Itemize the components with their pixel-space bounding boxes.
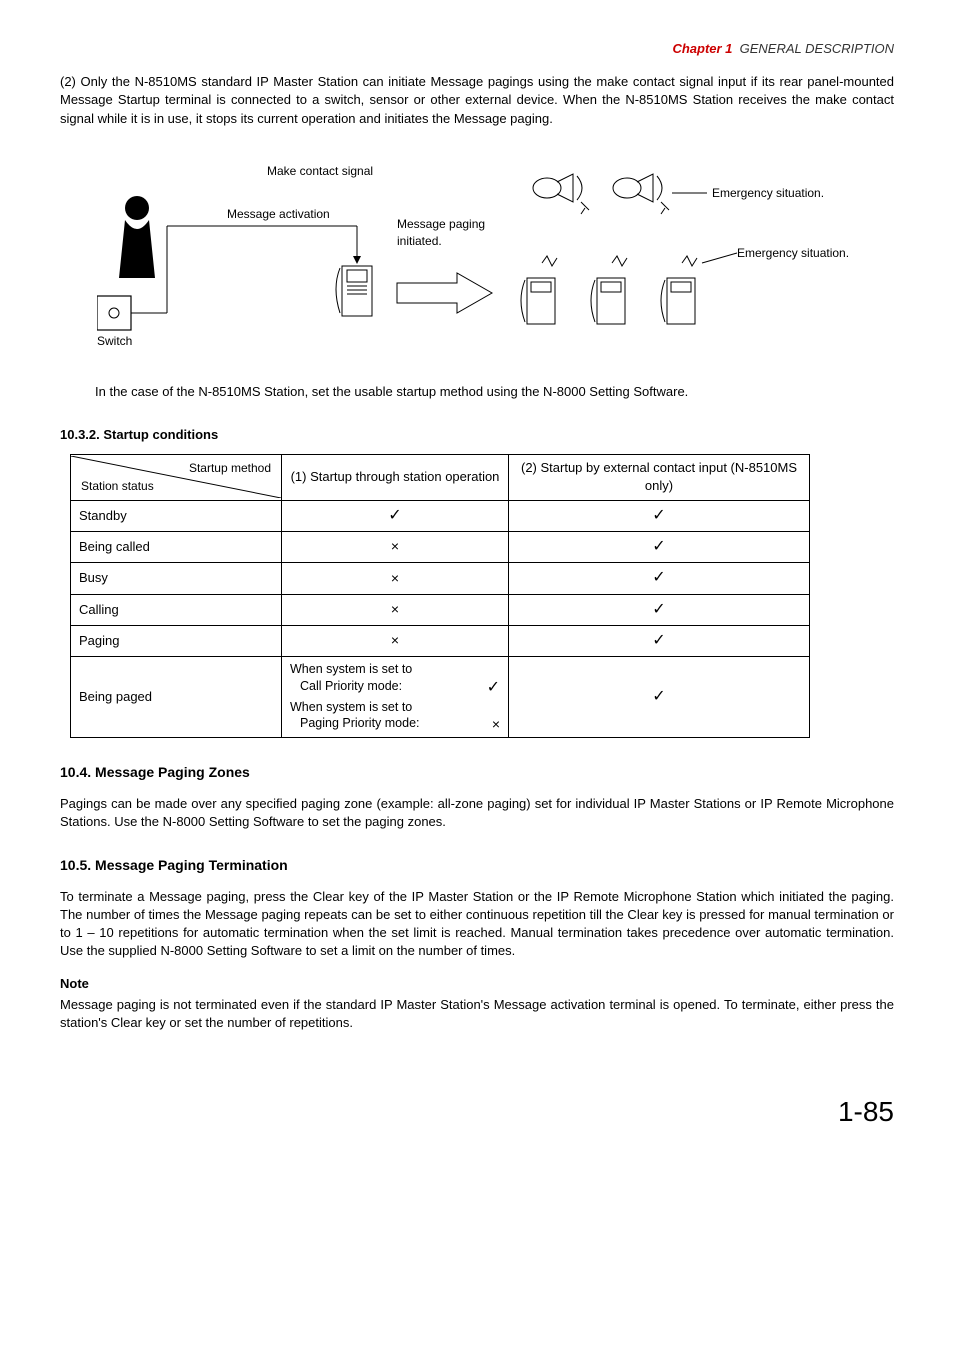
check-icon bbox=[487, 678, 500, 699]
label-emergency-1: Emergency situation. bbox=[712, 185, 824, 202]
check-icon bbox=[652, 602, 665, 617]
row-label: Paging bbox=[71, 626, 282, 657]
label-message-activation: Message activation bbox=[227, 206, 330, 223]
cross-icon bbox=[391, 602, 399, 617]
line2: When system is set to bbox=[290, 699, 500, 715]
table-diag-head: Startup method Station status bbox=[71, 456, 281, 498]
label-message-paging: Message paging initiated. bbox=[397, 216, 507, 250]
cell bbox=[509, 594, 810, 625]
row-label: Being called bbox=[71, 531, 282, 562]
row-label: Busy bbox=[71, 563, 282, 594]
check-icon bbox=[652, 689, 665, 704]
cross-icon bbox=[391, 633, 399, 648]
cell bbox=[282, 500, 509, 531]
paragraph-2: (2) Only the N-8510MS standard IP Master… bbox=[60, 73, 894, 128]
cross-icon bbox=[492, 715, 500, 733]
check-icon bbox=[652, 508, 665, 523]
section-105-head: 10.5. Message Paging Termination bbox=[60, 856, 894, 876]
cell bbox=[509, 657, 810, 738]
cell bbox=[282, 626, 509, 657]
cell bbox=[282, 594, 509, 625]
cell-being-paged-c1: When system is set to Call Priority mode… bbox=[282, 657, 509, 738]
label-make-contact: Make contact signal bbox=[267, 163, 373, 180]
head-startup-method: Startup method bbox=[189, 460, 271, 477]
chapter-title: GENERAL DESCRIPTION bbox=[740, 41, 894, 56]
startup-conditions-table: Startup method Station status (1) Startu… bbox=[70, 454, 810, 738]
line1b: Call Priority mode: bbox=[290, 678, 402, 699]
page-number: 1-85 bbox=[60, 1092, 894, 1131]
para-105: To terminate a Message paging, press the… bbox=[60, 888, 894, 961]
para-104: Pagings can be made over any specified p… bbox=[60, 795, 894, 831]
cross-icon bbox=[391, 571, 399, 586]
row-label: Being paged bbox=[71, 657, 282, 738]
cell bbox=[509, 563, 810, 594]
chapter-label: Chapter 1 bbox=[672, 41, 732, 56]
page-header: Chapter 1 GENERAL DESCRIPTION bbox=[60, 40, 894, 58]
head-station-status: Station status bbox=[81, 478, 154, 495]
cross-icon bbox=[391, 539, 399, 554]
cell bbox=[509, 531, 810, 562]
check-icon bbox=[388, 508, 401, 523]
col2-head: (2) Startup by external contact input (N… bbox=[509, 455, 810, 500]
check-icon bbox=[652, 539, 665, 554]
check-icon bbox=[652, 633, 665, 648]
line2b: Paging Priority mode: bbox=[290, 715, 420, 733]
cell bbox=[509, 626, 810, 657]
label-emergency-2: Emergency situation. bbox=[737, 245, 849, 262]
cell bbox=[282, 563, 509, 594]
line1: When system is set to bbox=[290, 661, 500, 677]
row-label: Standby bbox=[71, 500, 282, 531]
label-switch: Switch bbox=[97, 333, 132, 350]
section-1032-head: 10.3.2. Startup conditions bbox=[60, 426, 894, 444]
row-label: Calling bbox=[71, 594, 282, 625]
note-body: Message paging is not terminated even if… bbox=[60, 996, 894, 1032]
col1-head: (1) Startup through station operation bbox=[282, 455, 509, 500]
cell bbox=[509, 500, 810, 531]
check-icon bbox=[652, 570, 665, 585]
note-head: Note bbox=[60, 975, 894, 993]
message-paging-diagram: Make contact signal Message activation M… bbox=[97, 148, 857, 368]
cell bbox=[282, 531, 509, 562]
post-diagram-text: In the case of the N-8510MS Station, set… bbox=[95, 383, 894, 401]
section-104-head: 10.4. Message Paging Zones bbox=[60, 763, 894, 783]
